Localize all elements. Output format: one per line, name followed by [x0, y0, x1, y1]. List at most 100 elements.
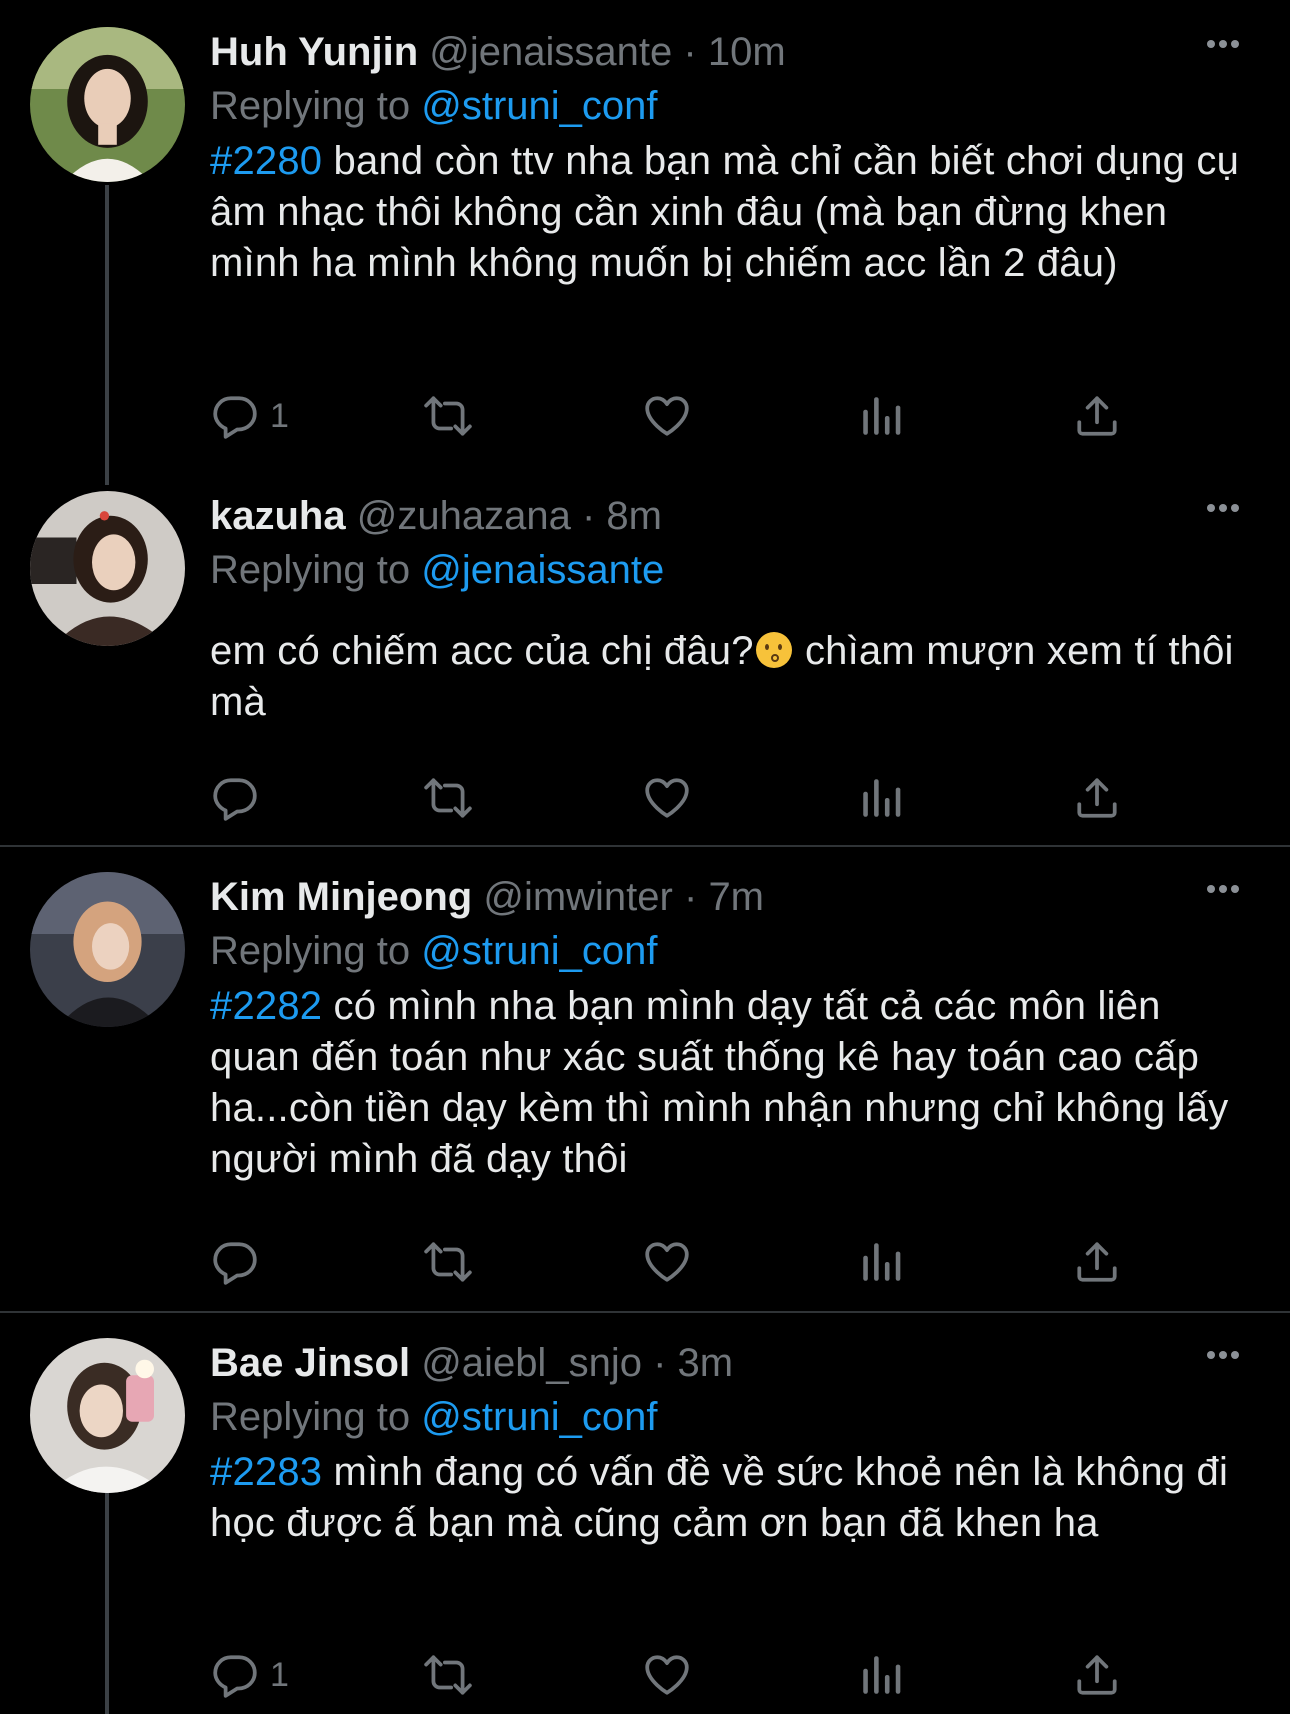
timestamp[interactable]: 7m — [708, 875, 764, 919]
reply-button[interactable]: 1 — [210, 1647, 289, 1703]
views-button[interactable] — [857, 388, 907, 444]
author-handle[interactable]: @zuhazana — [357, 494, 571, 538]
mention-link[interactable]: @struni_conf — [421, 84, 657, 128]
reply-icon — [210, 773, 260, 823]
author-name[interactable]: Huh Yunjin — [210, 30, 418, 74]
tweet-header: kazuha @zuhazana · 8m — [210, 490, 662, 542]
author-handle[interactable]: @jenaissante — [429, 30, 672, 74]
share-button[interactable] — [1072, 770, 1122, 826]
separator: · — [653, 1341, 667, 1385]
tweet[interactable]: kazuha @zuhazana · 8m Replying to @jenai… — [0, 466, 1290, 846]
replying-label: Replying to — [210, 1395, 411, 1439]
replying-label: Replying to — [210, 929, 411, 973]
kissing-face-emoji — [755, 632, 792, 668]
retweet-icon — [423, 773, 473, 823]
hashtag-link[interactable]: #2280 — [210, 139, 322, 183]
share-button[interactable] — [1072, 388, 1122, 444]
tweet-text: #2282 có mình nha bạn mình dạy tất cả cá… — [210, 981, 1250, 1185]
replying-label: Replying to — [210, 548, 411, 592]
reply-count: 1 — [270, 396, 289, 435]
reply-button[interactable] — [210, 770, 260, 826]
like-icon — [642, 773, 692, 823]
separator: · — [581, 494, 596, 538]
timestamp[interactable]: 3m — [678, 1341, 734, 1385]
like-icon — [642, 1237, 692, 1287]
author-handle[interactable]: @imwinter — [483, 875, 673, 919]
mention-link[interactable]: @struni_conf — [421, 1395, 657, 1439]
action-bar — [210, 1234, 1110, 1290]
reply-icon — [210, 391, 260, 441]
tweet-body: có mình nha bạn mình dạy tất cả các môn … — [210, 984, 1229, 1181]
retweet-button[interactable] — [423, 1234, 473, 1290]
separator: · — [683, 30, 697, 74]
reply-button[interactable]: 1 — [210, 388, 289, 444]
like-button[interactable] — [642, 770, 692, 826]
more-icon[interactable] — [1198, 1335, 1248, 1375]
more-icon[interactable] — [1198, 869, 1248, 909]
hashtag-link[interactable]: #2283 — [210, 1450, 322, 1494]
action-bar: 1 — [210, 1647, 1110, 1703]
author-handle[interactable]: @aiebl_snjo — [421, 1341, 642, 1385]
share-icon — [1072, 773, 1122, 823]
share-icon — [1072, 1650, 1122, 1700]
views-icon — [857, 1237, 907, 1287]
replying-to: Replying to @struni_conf — [210, 80, 658, 132]
author-name[interactable]: Kim Minjeong — [210, 875, 472, 919]
like-icon — [642, 1650, 692, 1700]
retweet-button[interactable] — [423, 388, 473, 444]
timestamp[interactable]: 8m — [606, 494, 662, 538]
views-button[interactable] — [857, 1234, 907, 1290]
views-icon — [857, 1650, 907, 1700]
tweet-body: mình đang có vấn đề về sức khoẻ nên là k… — [210, 1450, 1229, 1545]
like-button[interactable] — [642, 1647, 692, 1703]
share-icon — [1072, 1237, 1122, 1287]
tweet[interactable]: Kim Minjeong @imwinter · 7m Replying to … — [0, 847, 1290, 1312]
retweet-icon — [423, 1237, 473, 1287]
thread-line — [105, 185, 109, 485]
action-bar — [210, 770, 1110, 826]
tweet-text: #2280 band còn ttv nha bạn mà chỉ cần bi… — [210, 136, 1250, 289]
tweet-body: band còn ttv nha bạn mà chỉ cần biết chơ… — [210, 139, 1240, 285]
replying-to: Replying to @struni_conf — [210, 1391, 658, 1443]
hashtag-link[interactable]: #2282 — [210, 984, 322, 1028]
action-bar: 1 — [210, 388, 1110, 444]
avatar[interactable] — [30, 491, 185, 646]
tweet-header: Huh Yunjin @jenaissante · 10m — [210, 26, 786, 78]
like-button[interactable] — [642, 1234, 692, 1290]
views-button[interactable] — [857, 770, 907, 826]
share-icon — [1072, 391, 1122, 441]
author-name[interactable]: Bae Jinsol — [210, 1341, 410, 1385]
replying-to: Replying to @jenaissante — [210, 544, 664, 596]
separator: · — [683, 875, 698, 919]
timestamp[interactable]: 10m — [708, 30, 786, 74]
tweet-text: #2283 mình đang có vấn đề về sức khoẻ nê… — [210, 1447, 1250, 1549]
avatar[interactable] — [30, 27, 185, 182]
like-icon — [642, 391, 692, 441]
views-button[interactable] — [857, 1647, 907, 1703]
mention-link[interactable]: @struni_conf — [421, 929, 657, 973]
share-button[interactable] — [1072, 1234, 1122, 1290]
more-icon[interactable] — [1198, 24, 1248, 64]
author-name[interactable]: kazuha — [210, 494, 346, 538]
views-icon — [857, 773, 907, 823]
share-button[interactable] — [1072, 1647, 1122, 1703]
avatar[interactable] — [30, 872, 185, 1027]
replying-to: Replying to @struni_conf — [210, 925, 658, 977]
retweet-button[interactable] — [423, 770, 473, 826]
views-icon — [857, 391, 907, 441]
avatar[interactable] — [30, 1338, 185, 1493]
more-icon[interactable] — [1198, 488, 1248, 528]
retweet-button[interactable] — [423, 1647, 473, 1703]
tweet[interactable]: Huh Yunjin @jenaissante · 10m Replying t… — [0, 0, 1290, 485]
reply-button[interactable] — [210, 1234, 260, 1290]
mention-link[interactable]: @jenaissante — [421, 548, 664, 592]
reply-icon — [210, 1650, 260, 1700]
replying-label: Replying to — [210, 84, 411, 128]
tweet[interactable]: Bae Jinsol @aiebl_snjo · 3m Replying to … — [0, 1313, 1290, 1714]
reply-count: 1 — [270, 1655, 289, 1694]
tweet-header: Bae Jinsol @aiebl_snjo · 3m — [210, 1337, 733, 1389]
tweet-body: em có chiếm acc của chị đâu? — [210, 629, 754, 673]
reply-icon — [210, 1237, 260, 1287]
tweet-header: Kim Minjeong @imwinter · 7m — [210, 871, 764, 923]
like-button[interactable] — [642, 388, 692, 444]
